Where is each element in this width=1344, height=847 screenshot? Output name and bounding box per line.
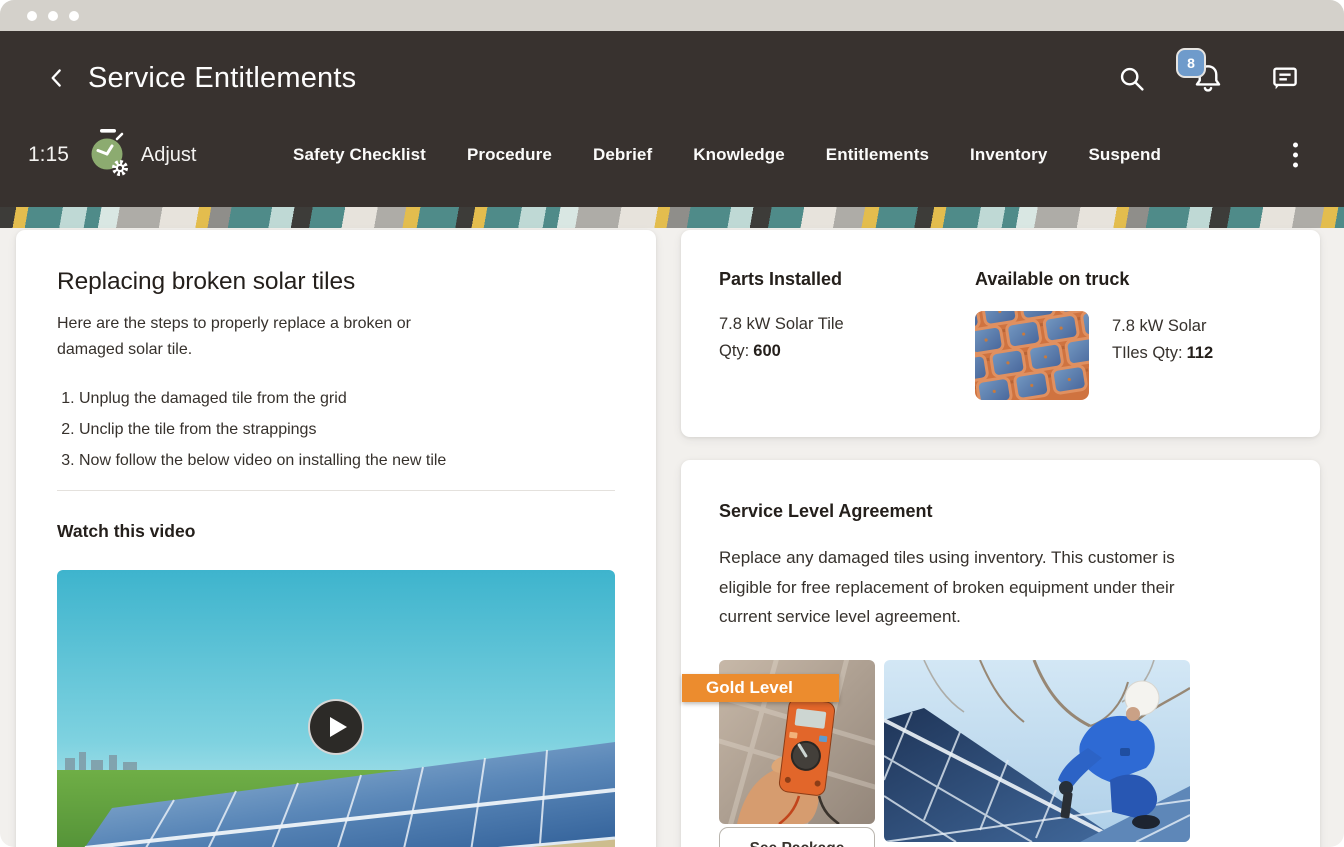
timer-adjust-button[interactable]: Adjust [141,144,197,167]
technician-image [884,660,1190,842]
window-dot[interactable] [27,11,37,21]
parts-installed-section: Parts Installed 7.8 kW Solar Tile Qty:60… [719,266,975,401]
back-button[interactable] [42,63,72,93]
stopwatch-gear-icon [87,127,133,184]
page-title: Service Entitlements [88,62,356,95]
notification-badge: 8 [1176,48,1206,78]
installed-part-name: 7.8 kW Solar Tile [719,311,975,338]
sla-title: Service Level Agreement [719,501,1282,522]
window-dot[interactable] [69,11,79,21]
parts-card: Parts Installed 7.8 kW Solar Tile Qty:60… [681,230,1320,437]
nav-item-safety-checklist[interactable]: Safety Checklist [293,145,426,165]
notification-count: 8 [1187,55,1195,71]
truck-title: Available on truck [975,269,1282,290]
chevron-left-icon [44,65,70,91]
solar-tiles-image [975,311,1089,400]
action-toolbar: 1:15 Adjust Safety Checklist Procedure D… [0,115,1344,195]
see-package-button[interactable]: See Package [719,827,875,847]
article-intro: Here are the steps to properly replace a… [57,311,455,363]
available-on-truck-section: Available on truck [975,266,1282,401]
search-button[interactable] [1117,64,1146,93]
nav-item-inventory[interactable]: Inventory [970,145,1047,165]
installed-qty-value: 600 [753,342,781,360]
nav-item-entitlements[interactable]: Entitlements [826,145,929,165]
messages-button[interactable] [1270,63,1300,93]
nav-item-procedure[interactable]: Procedure [467,145,552,165]
service-level-agreement-card: Service Level Agreement Replace any dama… [681,460,1320,847]
nav-item-suspend[interactable]: Suspend [1088,145,1161,165]
sla-body-text: Replace any damaged tiles using inventor… [719,543,1191,632]
knowledge-article-card: Replacing broken solar tiles Here are th… [16,230,656,847]
nav-tabs: Safety Checklist Procedure Debrief Knowl… [293,115,1161,195]
play-button[interactable] [308,699,364,755]
article-steps: Unplug the damaged tile from the grid Un… [79,386,615,473]
parts-installed-title: Parts Installed [719,269,975,290]
article-step: Now follow the below video on installing… [79,448,615,473]
app-window: Service Entitlements 8 1:15 [0,0,1344,847]
sla-media-row: Gold Level [719,660,1282,847]
app-header: Service Entitlements 8 1:15 [0,31,1344,207]
notifications-button[interactable]: 8 [1192,62,1224,94]
article-step: Unplug the damaged tile from the grid [79,386,615,411]
window-title-bar [0,0,1344,31]
header-icons: 8 [1117,62,1300,94]
article-step: Unclip the tile from the strappings [79,417,615,442]
timer-value: 1:15 [28,143,69,167]
nav-item-knowledge[interactable]: Knowledge [693,145,785,165]
divider [57,490,615,491]
truck-qty-value: 112 [1187,344,1214,362]
gold-level-badge: Gold Level [682,674,839,702]
video-player[interactable] [57,570,615,847]
chat-icon [1270,63,1300,93]
truck-qty-label: TIles Qty: [1112,344,1183,362]
nav-item-debrief[interactable]: Debrief [593,145,652,165]
installed-qty-label: Qty: [719,342,749,360]
play-icon [330,717,347,737]
search-icon [1117,64,1146,93]
overflow-menu-button[interactable] [1293,143,1298,168]
window-dot[interactable] [48,11,58,21]
video-heading: Watch this video [57,521,615,542]
truck-part-name: 7.8 kW Solar [1112,313,1213,340]
decorative-pattern-strip [0,207,1344,228]
title-row: Service Entitlements 8 [0,31,1344,115]
article-title: Replacing broken solar tiles [57,268,615,296]
